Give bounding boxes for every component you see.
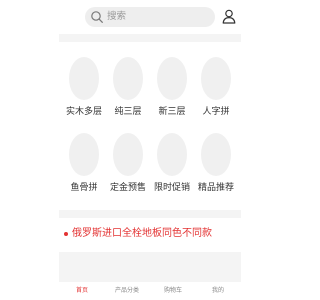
- search-placeholder: 搜索: [107, 11, 127, 22]
- mobile-screen: 搜索 实木多层 纯三层 新三层 人字拼 鱼骨拼 定金预售 限时促销 精品推荐 俄…: [59, 0, 241, 300]
- category-image-placeholder: [113, 57, 143, 100]
- top-header: 搜索: [59, 0, 241, 34]
- category-item[interactable]: 纯三层: [106, 57, 150, 127]
- category-grid: 实木多层 纯三层 新三层 人字拼 鱼骨拼 定金预售 限时促销 精品推荐: [59, 42, 241, 210]
- user-icon[interactable]: [222, 9, 236, 24]
- category-item[interactable]: 限时促销: [150, 133, 194, 203]
- search-icon: [91, 11, 103, 23]
- tab-home[interactable]: 首页: [59, 287, 105, 295]
- search-bar[interactable]: 搜索: [85, 7, 215, 27]
- notice-text: 俄罗斯进口全栓地板同色不同款: [72, 228, 212, 239]
- tab-product-categories[interactable]: 产品分类: [104, 287, 150, 295]
- category-item[interactable]: 实木多层: [62, 57, 106, 127]
- category-item[interactable]: 鱼骨拼: [62, 133, 106, 203]
- category-item[interactable]: 定金预售: [106, 133, 150, 203]
- category-item[interactable]: 人字拼: [194, 57, 238, 127]
- category-item[interactable]: 新三层: [150, 57, 194, 127]
- category-image-placeholder: [113, 133, 143, 176]
- category-image-placeholder: [201, 133, 231, 176]
- tab-cart[interactable]: 购物车: [150, 287, 196, 295]
- category-label: 精品推荐: [197, 183, 234, 193]
- category-label: 人字拼: [202, 107, 230, 117]
- bottom-tab-bar: 首页 产品分类 购物车 我的: [59, 282, 241, 300]
- category-image-placeholder: [157, 57, 187, 100]
- tab-mine[interactable]: 我的: [195, 287, 241, 295]
- category-item[interactable]: 精品推荐: [194, 133, 238, 203]
- category-image-placeholder: [157, 133, 187, 176]
- category-image-placeholder: [69, 57, 99, 100]
- category-image-placeholder: [69, 133, 99, 176]
- category-image-placeholder: [201, 57, 231, 100]
- notice-banner[interactable]: 俄罗斯进口全栓地板同色不同款: [59, 218, 241, 252]
- bullet-dot-icon: [64, 232, 68, 236]
